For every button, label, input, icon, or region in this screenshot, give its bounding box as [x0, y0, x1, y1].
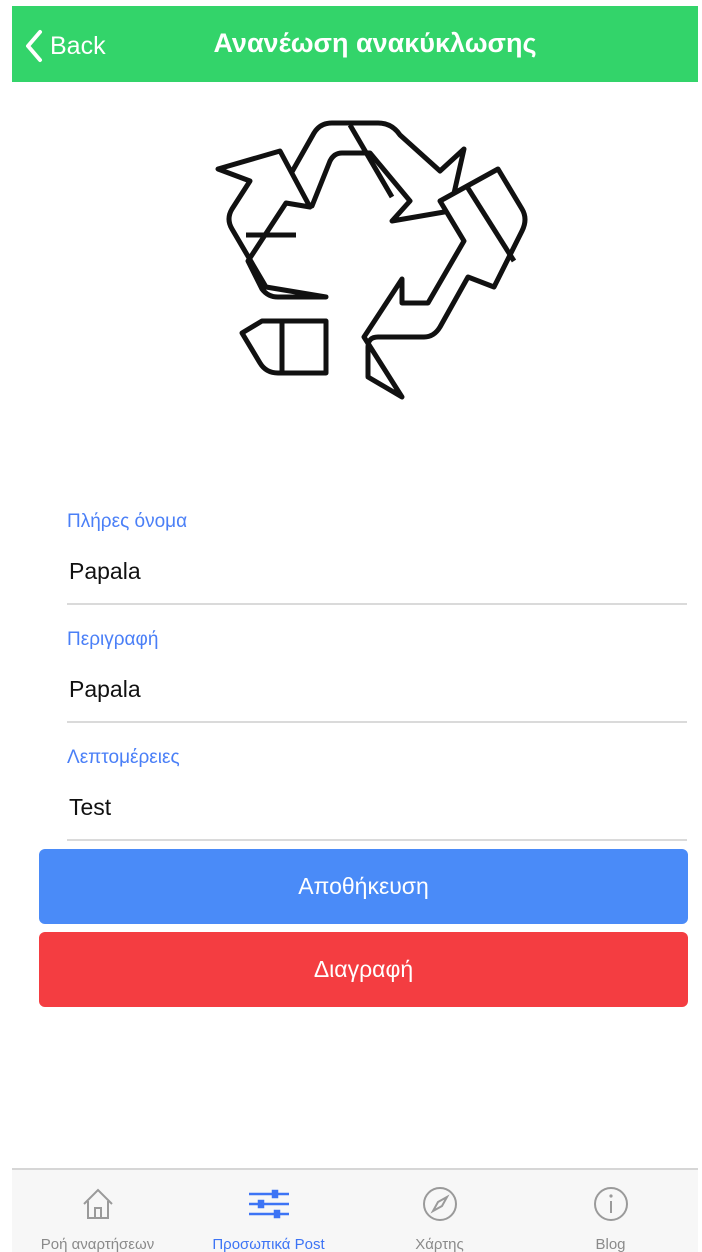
details-label: Λεπτομέρειες: [67, 747, 180, 768]
recycle-icon: [215, 120, 528, 400]
page-title: Ανανέωση ανακύκλωσης: [213, 28, 537, 58]
tab-feed-label: Ροή αναρτήσεων: [40, 1236, 155, 1252]
description-input[interactable]: Papala: [67, 669, 687, 709]
tab-blog-label: Blog: [595, 1236, 626, 1252]
save-button[interactable]: Αποθήκευση: [39, 849, 688, 924]
compass-icon: [416, 1180, 464, 1228]
field-underline: [67, 721, 687, 723]
delete-button[interactable]: Διαγραφή: [39, 932, 688, 1007]
tab-personal-posts[interactable]: Προσωπικά Post: [183, 1180, 354, 1252]
app-screen: Back Ανανέωση ανακύκλωσης Πλήρες όνομα P…: [12, 6, 698, 1252]
tab-blog[interactable]: Blog: [525, 1180, 696, 1252]
details-input[interactable]: Test: [67, 787, 687, 827]
description-field: Περιγραφή Papala: [67, 627, 687, 723]
description-label: Περιγραφή: [67, 629, 159, 650]
field-underline: [67, 839, 687, 841]
full-name-input[interactable]: Papala: [67, 551, 687, 591]
tab-personal-posts-label: Προσωπικά Post: [212, 1236, 325, 1252]
tab-map-label: Χάρτης: [415, 1236, 464, 1252]
full-name-field: Πλήρες όνομα Papala: [67, 509, 687, 605]
field-underline: [67, 603, 687, 605]
tab-bar: Ροή αναρτήσεων Προσωπικά Post Χάρτης Blo…: [12, 1168, 698, 1252]
info-icon: [587, 1180, 635, 1228]
full-name-label: Πλήρες όνομα: [67, 511, 188, 532]
details-field: Λεπτομέρειες Test: [67, 745, 687, 841]
home-icon: [74, 1180, 122, 1228]
sliders-icon: [245, 1180, 293, 1228]
navigation-bar: Back Ανανέωση ανακύκλωσης: [12, 6, 698, 82]
tab-map[interactable]: Χάρτης: [354, 1180, 525, 1252]
tab-feed[interactable]: Ροή αναρτήσεων: [12, 1180, 183, 1252]
